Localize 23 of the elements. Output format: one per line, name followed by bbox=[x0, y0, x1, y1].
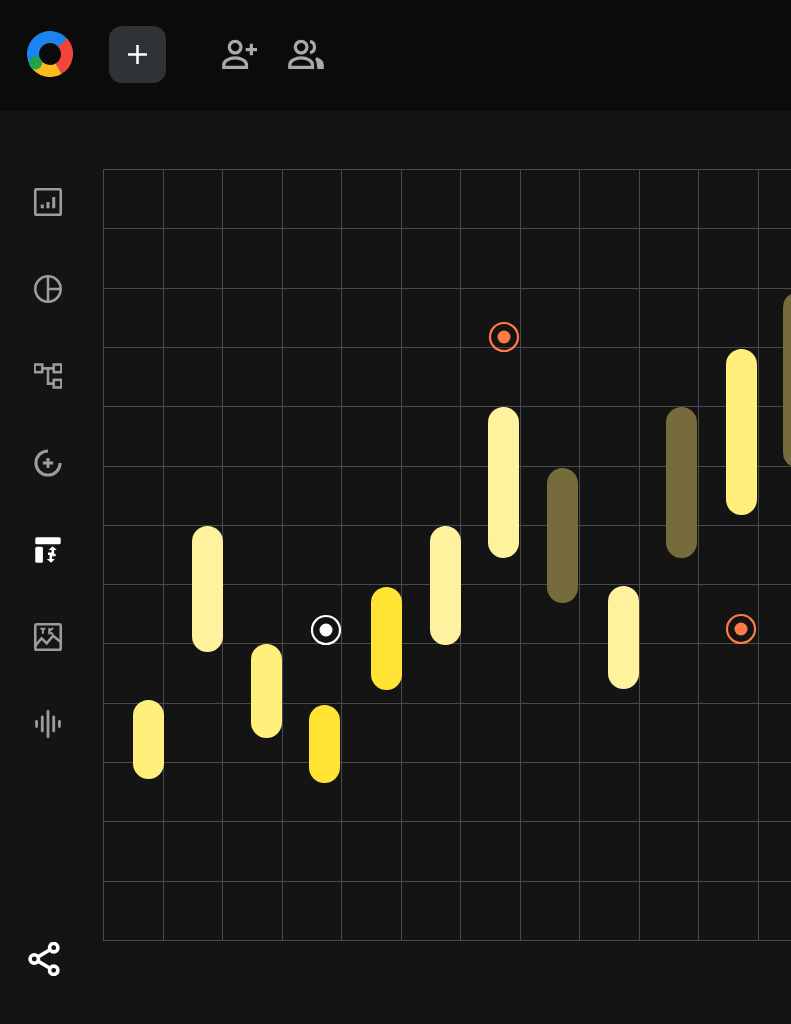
ring-plus-icon bbox=[33, 449, 62, 477]
add-button[interactable] bbox=[109, 25, 166, 83]
sidebar-button[interactable] bbox=[33, 362, 62, 390]
share-icon bbox=[27, 942, 61, 976]
table-swap-icon bbox=[34, 537, 61, 563]
sidebar-button[interactable] bbox=[33, 188, 62, 216]
hierarchy-icon bbox=[33, 363, 62, 389]
sidebar-button[interactable] bbox=[33, 449, 62, 477]
people-button[interactable] bbox=[288, 39, 324, 69]
add-person-button[interactable] bbox=[222, 39, 258, 69]
waveform-icon bbox=[34, 710, 61, 738]
plus-icon bbox=[127, 43, 148, 65]
pie-chart-icon bbox=[33, 275, 62, 303]
people-icon bbox=[288, 39, 324, 69]
bar-chart-icon bbox=[33, 188, 62, 216]
line-chart-image-icon bbox=[33, 623, 62, 651]
person-plus-icon bbox=[222, 39, 258, 69]
sidebar-button[interactable] bbox=[33, 623, 62, 651]
sidebar-button[interactable] bbox=[33, 710, 62, 738]
sidebar-button[interactable] bbox=[33, 275, 62, 303]
share-button[interactable] bbox=[27, 942, 61, 976]
ring-logo bbox=[27, 31, 73, 77]
sidebar-button[interactable] bbox=[33, 536, 62, 564]
